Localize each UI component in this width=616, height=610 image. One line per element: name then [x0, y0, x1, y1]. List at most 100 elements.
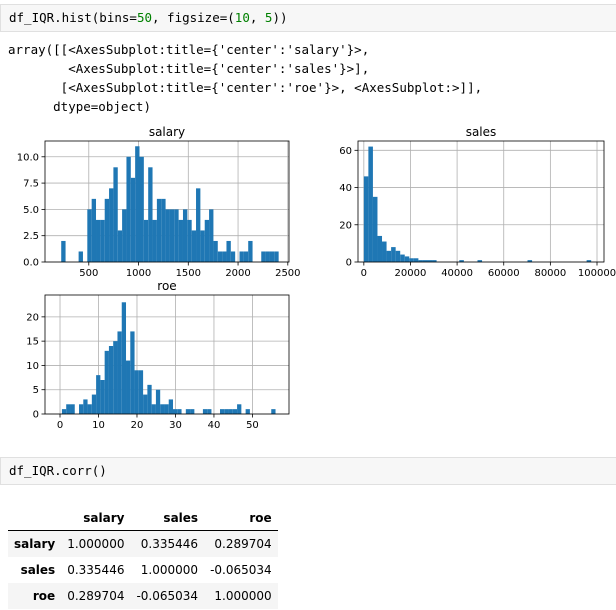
- histogram-bar: [147, 384, 152, 414]
- y-tick-label: 7.5: [23, 179, 39, 190]
- table-cell: -0.065034: [136, 589, 199, 603]
- histogram-bar: [248, 240, 253, 262]
- table-row: salary 1.000000 0.335446 0.289704: [8, 530, 278, 557]
- histogram-bar: [271, 409, 276, 414]
- y-tick-label: 2.5: [23, 231, 39, 242]
- y-tick-label: 15: [26, 337, 39, 348]
- histogram-bar: [87, 209, 92, 262]
- x-tick-label: 100000: [578, 268, 616, 279]
- histogram-bar: [226, 240, 231, 262]
- histogram-bar: [239, 251, 244, 262]
- table-cell: 0.335446: [67, 563, 125, 577]
- histogram-bar: [155, 389, 161, 414]
- histogram-bar: [121, 302, 127, 414]
- column-header: salary: [61, 506, 131, 531]
- histogram-bar: [372, 196, 378, 262]
- histogram-sales: 0 20000 40000 60000 80000 100000 0 20 40 60 sales: [339, 125, 616, 279]
- histogram-salary: 500 1000 1500 2000 2500 0.0 2.5 5.0 7.5 10.0 salar…: [17, 125, 301, 279]
- output-line: dtype=object): [8, 99, 151, 114]
- histogram-bar: [165, 209, 170, 262]
- histogram-bar: [274, 251, 279, 262]
- x-tick-label: 20: [131, 420, 144, 430]
- row-header: salary: [14, 537, 56, 551]
- histogram-bar: [386, 250, 392, 262]
- histogram-bar: [191, 230, 197, 262]
- table-cell: 1.000000: [67, 537, 125, 551]
- histogram-bar: [200, 230, 205, 262]
- histogram-bar: [143, 394, 148, 414]
- x-tick-label: 80000: [534, 268, 566, 279]
- histogram-bar: [78, 251, 83, 262]
- x-tick-label: 20000: [395, 268, 427, 279]
- histogram-figure: 500 1000 1500 2000 25000.02.55.07.510.0salar…: [17, 125, 616, 430]
- histogram-bar: [66, 404, 71, 414]
- histogram-bar: [148, 167, 153, 262]
- histogram-bar: [91, 394, 97, 414]
- output-line: [<AxesSubplot:title={'center':'roe'}>, <…: [8, 80, 483, 95]
- histogram-bar: [204, 219, 210, 262]
- x-tick-label: 40: [208, 420, 221, 430]
- histogram-bar: [243, 251, 249, 262]
- table-row: roe 0.289704 -0.065034 1.000000: [8, 583, 278, 609]
- histogram-bar: [174, 209, 179, 262]
- histogram-bar: [169, 209, 175, 262]
- histogram-bar: [168, 399, 174, 414]
- histogram-bar: [413, 258, 419, 262]
- table-cell: 0.289704: [214, 537, 272, 551]
- axes-frame: [357, 140, 605, 263]
- histogram-bar: [245, 409, 250, 414]
- histogram-bar: [219, 409, 225, 414]
- histogram-bar: [178, 219, 183, 262]
- histogram-bar: [61, 409, 67, 414]
- histogram-bar: [232, 409, 238, 414]
- y-tick-label: 0: [33, 410, 39, 421]
- histogram-bar: [96, 219, 101, 262]
- y-tick-label: 5: [33, 385, 39, 396]
- x-tick-label: 2000: [225, 268, 250, 279]
- histogram-bar: [261, 251, 266, 262]
- histogram-bar: [122, 209, 127, 262]
- histogram-bar: [190, 409, 195, 414]
- histogram-bar: [139, 156, 144, 262]
- histogram-bar: [156, 198, 162, 262]
- histogram-bar: [196, 188, 201, 262]
- code-cell-corr[interactable]: df_IQR.corr(): [0, 457, 616, 485]
- histogram-bar: [182, 209, 188, 262]
- chart-title: roe: [157, 279, 176, 293]
- histogram-bar: [224, 409, 229, 414]
- histogram-bar: [382, 241, 387, 262]
- histogram-bar: [130, 177, 136, 262]
- histogram-bar: [100, 380, 105, 414]
- table-cell: 1.000000: [140, 563, 199, 577]
- histogram-bar: [126, 156, 131, 262]
- y-tick-label: 40: [339, 183, 352, 194]
- code-text-hist: df_IQR.hist(bins=50, figsize=(10, 5)): [9, 10, 288, 25]
- histogram-bar: [363, 176, 369, 262]
- row-header: sales: [20, 563, 56, 577]
- histogram-bar: [104, 350, 109, 414]
- x-tick-label: 1500: [176, 268, 201, 279]
- table-header-row: salary sales roe: [8, 506, 278, 531]
- histogram-bar: [117, 230, 123, 262]
- histogram-bar: [113, 167, 118, 262]
- x-tick-label: 40000: [441, 268, 473, 279]
- histogram-bar: [368, 146, 373, 262]
- correlation-table: salary sales roe salary 1.000000 0.33544…: [8, 506, 278, 609]
- histogram-bar: [228, 409, 233, 414]
- histogram-bar: [213, 240, 218, 262]
- code-cell-hist[interactable]: df_IQR.hist(bins=50, figsize=(10, 5)): [0, 4, 616, 32]
- cell-output-array: array([[<AxesSubplot:title={'center':'sa…: [8, 40, 482, 116]
- y-tick-label: 20: [339, 220, 352, 231]
- column-header: roe: [204, 506, 278, 531]
- table-cell: -0.065034: [210, 563, 272, 577]
- histogram-bar: [177, 409, 182, 414]
- histogram-bar: [161, 198, 166, 262]
- histogram-bar: [91, 198, 97, 262]
- table-corner: [8, 506, 62, 531]
- histogram-bar: [61, 240, 66, 262]
- histogram-bar: [100, 219, 105, 262]
- histogram-bar: [143, 219, 149, 262]
- x-tick-label: 500: [79, 268, 98, 279]
- histogram-bar: [138, 370, 144, 414]
- histogram-bar: [209, 209, 214, 262]
